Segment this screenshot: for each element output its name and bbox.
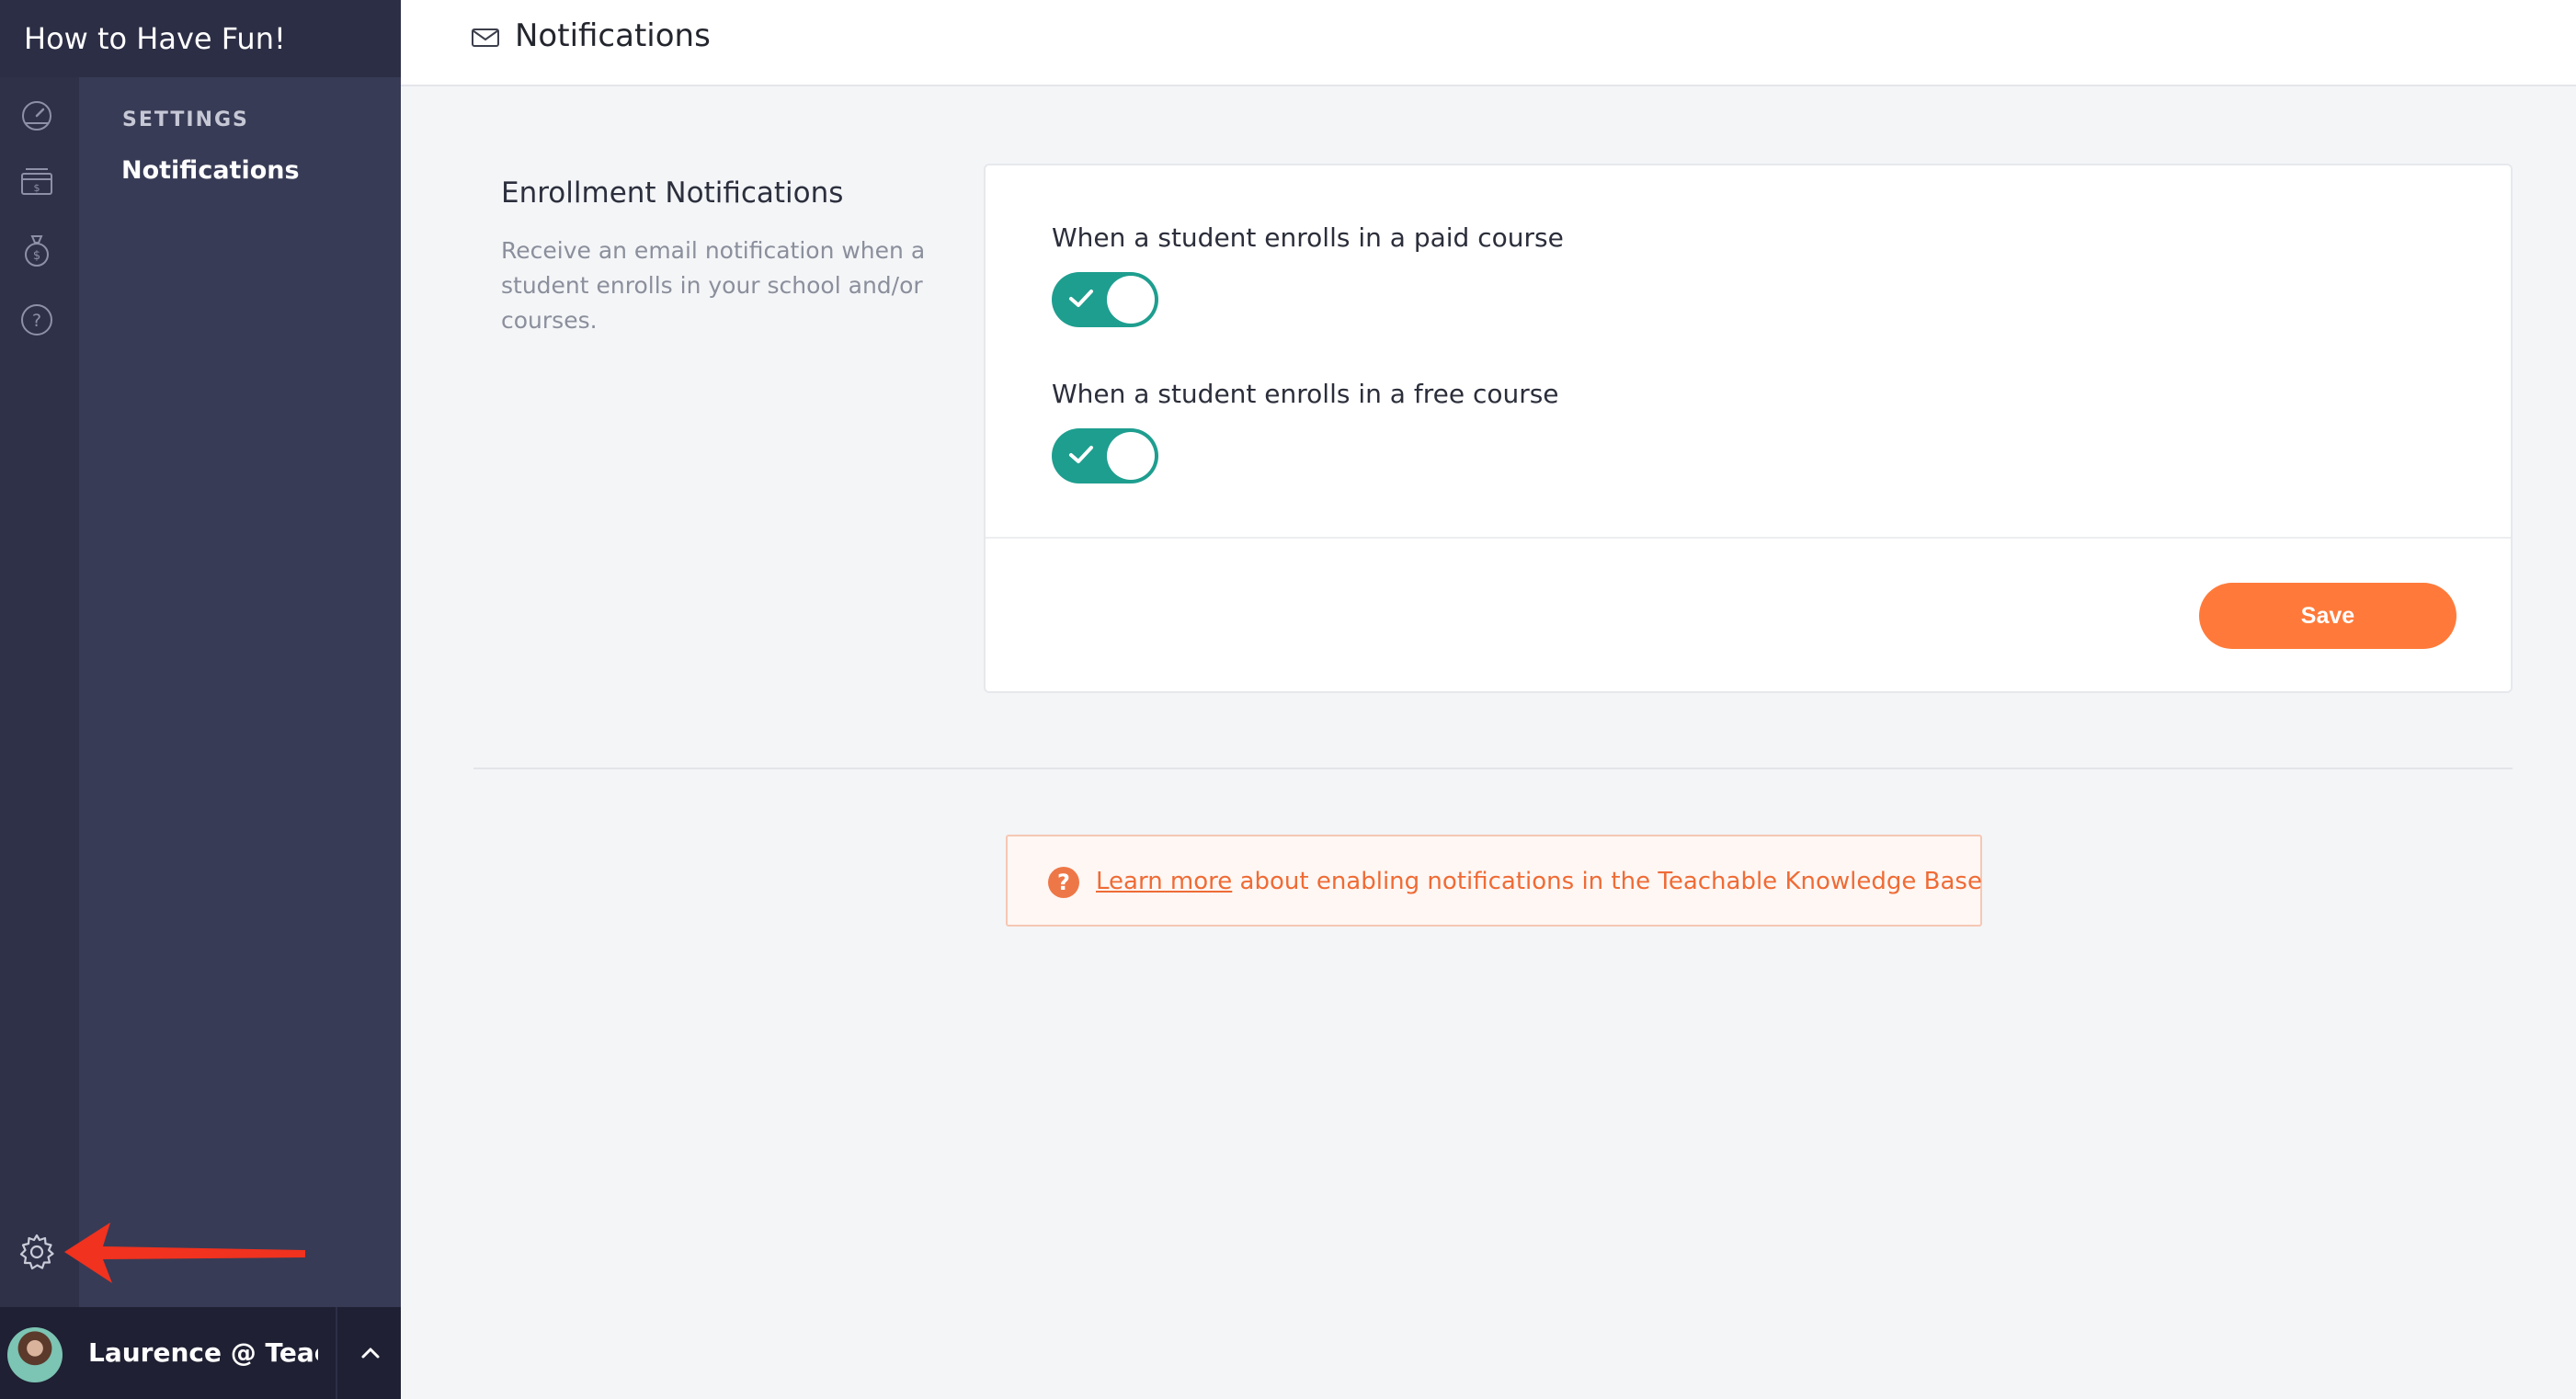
user-bar-divider xyxy=(336,1307,337,1399)
help-circle-icon[interactable]: ? xyxy=(18,301,55,338)
paid-course-toggle-label: When a student enrolls in a paid course xyxy=(1052,222,1564,253)
free-course-toggle-label: When a student enrolls in a free course xyxy=(1052,379,1559,409)
check-icon xyxy=(1068,288,1094,310)
toggle-knob xyxy=(1107,432,1155,480)
paid-course-toggle[interactable] xyxy=(1052,272,1158,327)
school-name[interactable]: How to Have Fun! xyxy=(0,0,401,77)
sales-register-icon[interactable]: $ xyxy=(18,164,55,200)
avatar[interactable] xyxy=(7,1327,63,1382)
card-divider xyxy=(986,537,2511,539)
money-bag-icon[interactable]: $ xyxy=(18,232,55,268)
user-name[interactable]: Laurence @ Teac... xyxy=(88,1307,318,1399)
free-course-toggle[interactable] xyxy=(1052,428,1158,483)
sidebar: How to Have Fun! $ $ ? SETTINGS Notifica… xyxy=(0,0,401,1399)
svg-text:?: ? xyxy=(32,311,41,331)
section-divider xyxy=(473,768,2513,769)
settings-heading: SETTINGS xyxy=(122,108,249,131)
page-title: Notifications xyxy=(515,17,711,54)
save-button[interactable]: Save xyxy=(2199,583,2456,649)
help-description: about enabling notifications in the Teac… xyxy=(1232,868,1982,895)
learn-more-link[interactable]: Learn more xyxy=(1096,868,1232,895)
dashboard-gauge-icon[interactable] xyxy=(18,96,55,132)
section-title: Enrollment Notifications xyxy=(501,176,844,210)
check-icon xyxy=(1068,444,1094,466)
notification-settings-card: When a student enrolls in a paid course … xyxy=(984,164,2513,693)
mail-icon xyxy=(470,24,501,51)
annotation-arrow xyxy=(64,1219,313,1285)
svg-text:$: $ xyxy=(33,249,40,263)
settings-item-notifications[interactable]: Notifications xyxy=(121,156,300,185)
page-header: Notifications xyxy=(401,0,2576,86)
help-text: Learn more about enabling notifications … xyxy=(1096,836,1982,927)
question-mark-icon: ? xyxy=(1048,867,1079,898)
knowledge-base-callout: ? Learn more about enabling notification… xyxy=(1006,835,1982,927)
chevron-up-icon[interactable] xyxy=(354,1335,387,1371)
svg-text:$: $ xyxy=(34,182,40,194)
section-description: Receive an email notification when a stu… xyxy=(501,237,926,334)
gear-icon[interactable] xyxy=(17,1232,57,1272)
toggle-knob xyxy=(1107,276,1155,324)
user-menu[interactable]: Laurence @ Teac... xyxy=(0,1307,401,1399)
